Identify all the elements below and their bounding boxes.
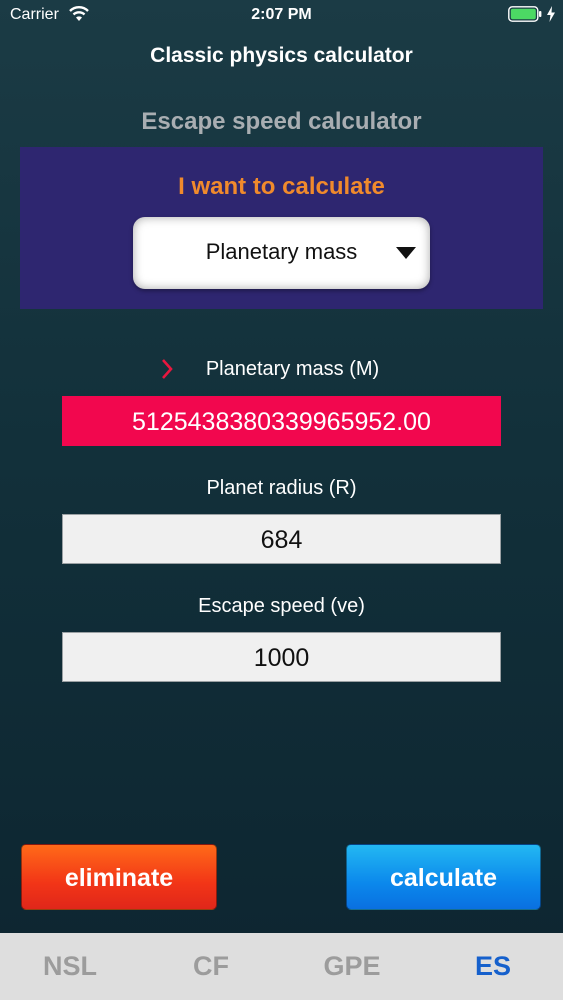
planetary-mass-label: Planetary mass (M) <box>205 358 380 380</box>
charging-bolt-icon <box>547 6 555 22</box>
select-prompt: I want to calculate <box>178 173 385 200</box>
planet-radius-field[interactable]: 684 <box>62 514 501 564</box>
planetary-mass-field[interactable]: 5125438380339965952.00 <box>62 396 501 446</box>
dropdown-selected-value: Planetary mass <box>205 239 358 264</box>
planet-radius-label: Planet radius (R) <box>206 477 357 499</box>
eliminate-button[interactable]: eliminate <box>21 844 217 910</box>
chevron-down-icon <box>396 247 416 259</box>
tab-gpe[interactable]: GPE <box>302 933 402 1000</box>
tab-es[interactable]: ES <box>443 933 543 1000</box>
target-select-panel: I want to calculate Planetary mass <box>20 147 543 309</box>
tab-cf[interactable]: CF <box>161 933 261 1000</box>
calculator-title: Escape speed calculator <box>141 108 422 135</box>
escape-speed-field[interactable]: 1000 <box>62 632 501 682</box>
battery-icon <box>508 6 542 22</box>
escape-speed-label: Escape speed (ve) <box>198 595 365 617</box>
status-time: 2:07 PM <box>251 6 312 23</box>
app-title: Classic physics calculator <box>150 44 413 67</box>
calculate-button[interactable]: calculate <box>346 844 541 910</box>
target-dropdown[interactable]: Planetary mass <box>133 217 430 289</box>
status-bar: Carrier 2:07 PM <box>0 0 563 30</box>
tab-nsl[interactable]: NSL <box>20 933 120 1000</box>
tab-bar: NSL CF GPE ES <box>0 933 563 1000</box>
